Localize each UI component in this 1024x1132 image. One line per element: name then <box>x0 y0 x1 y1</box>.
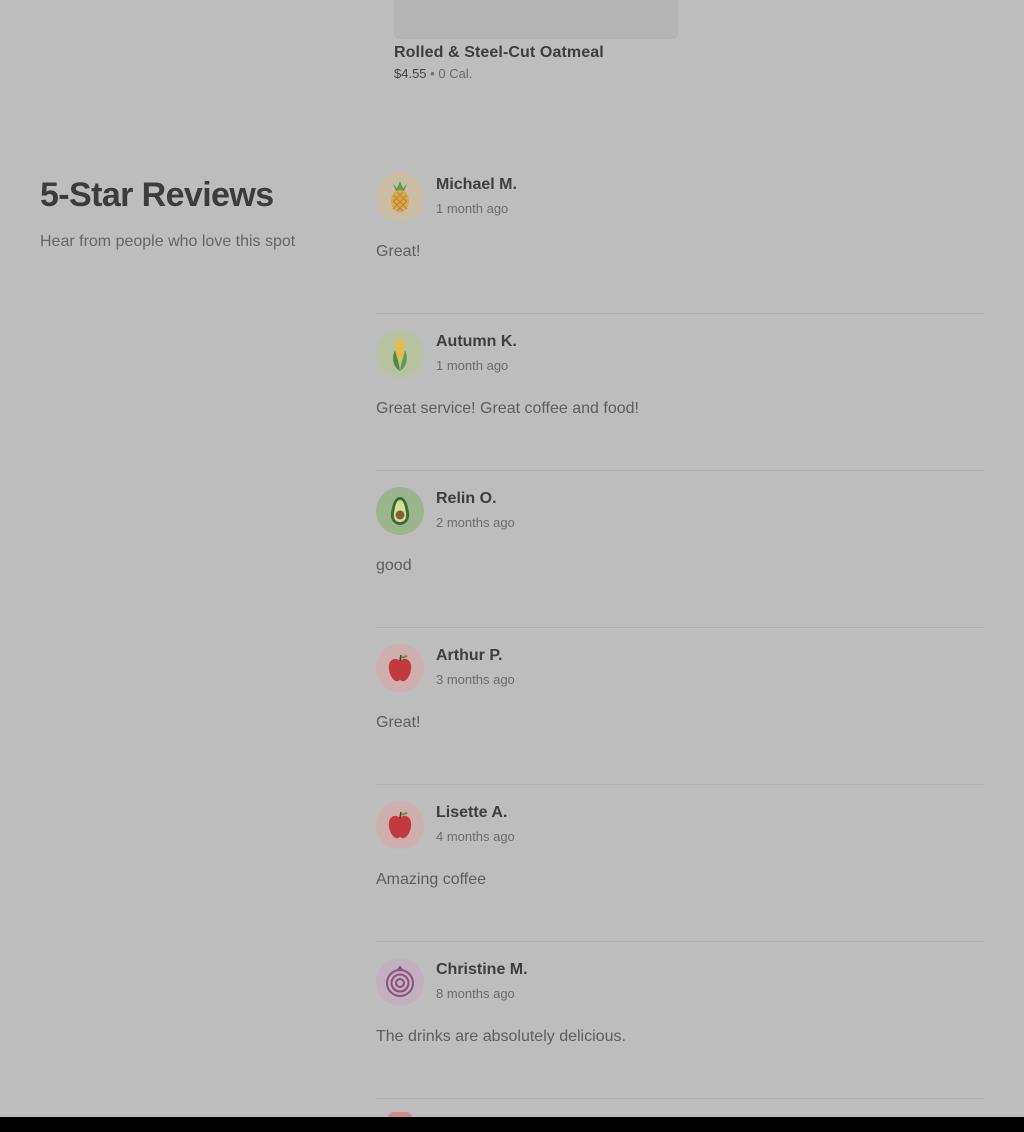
review-item: Michael M. 1 month ago Great! <box>376 157 984 314</box>
menu-item-calories: 0 Cal. <box>438 66 473 81</box>
reviewer-name: Lisette A. <box>436 804 508 821</box>
onion-icon <box>385 966 415 998</box>
menu-item-image[interactable] <box>394 0 678 39</box>
reviewer-name: Arthur P. <box>436 647 503 664</box>
review-text: The drinks are absolutely delicious. <box>376 1028 626 1045</box>
reviewer-name: Relin O. <box>436 490 497 507</box>
reviewer-avatar <box>376 487 424 535</box>
reviews-subtitle: Hear from people who love this spot <box>40 233 296 250</box>
apple-icon <box>386 810 414 840</box>
corn-icon <box>390 336 410 372</box>
reviewer-avatar <box>376 958 424 1006</box>
review-date: 2 months ago <box>436 515 515 530</box>
review-text: Great service! Great coffee and food! <box>376 400 639 417</box>
bottom-bar <box>0 1117 1024 1132</box>
reviewer-avatar <box>376 801 424 849</box>
review-date: 1 month ago <box>436 358 509 373</box>
review-date: 3 months ago <box>436 672 515 687</box>
reviewer-name: Autumn K. <box>436 333 517 350</box>
reviews-heading: 5-Star Reviews Hear from people who love… <box>40 174 340 252</box>
review-item: Autumn K. 1 month ago Great service! Gre… <box>376 314 984 471</box>
avocado-icon <box>388 496 412 526</box>
reviewer-avatar <box>376 644 424 692</box>
reviewer-avatar <box>376 173 424 221</box>
review-item: Christine M. 8 months ago The drinks are… <box>376 942 984 1099</box>
review-date: 1 month ago <box>436 201 509 216</box>
review-text: Amazing coffee <box>376 871 486 888</box>
review-text: good <box>376 557 412 574</box>
store-page: Rolled & Steel-Cut Oatmeal $4.55 • 0 Cal… <box>0 0 1024 1132</box>
reviewer-name: Christine M. <box>436 961 528 978</box>
meta-separator: • <box>430 66 435 81</box>
review-item: Relin O. 2 months ago good <box>376 471 984 628</box>
review-date: 4 months ago <box>436 829 515 844</box>
menu-item-price: $4.55 <box>394 66 427 81</box>
reviewer-avatar <box>376 330 424 378</box>
review-date: 8 months ago <box>436 986 515 1001</box>
menu-item-meta: $4.55 • 0 Cal. <box>394 66 678 82</box>
review-text: Great! <box>376 714 421 731</box>
menu-item-name[interactable]: Rolled & Steel-Cut Oatmeal <box>394 43 678 63</box>
review-text: Great! <box>376 243 421 260</box>
review-item: Arthur P. 3 months ago Great! <box>376 628 984 785</box>
menu-item-card[interactable]: Rolled & Steel-Cut Oatmeal $4.55 • 0 Cal… <box>394 0 678 82</box>
review-item: Lisette A. 4 months ago Amazing coffee <box>376 785 984 942</box>
reviewer-name: Michael M. <box>436 176 517 193</box>
apple-icon <box>386 653 414 683</box>
reviews-title: 5-Star Reviews <box>40 176 274 214</box>
pineapple-icon <box>388 180 412 214</box>
reviews-list: Michael M. 1 month ago Great! Autumn K. … <box>376 157 984 1099</box>
